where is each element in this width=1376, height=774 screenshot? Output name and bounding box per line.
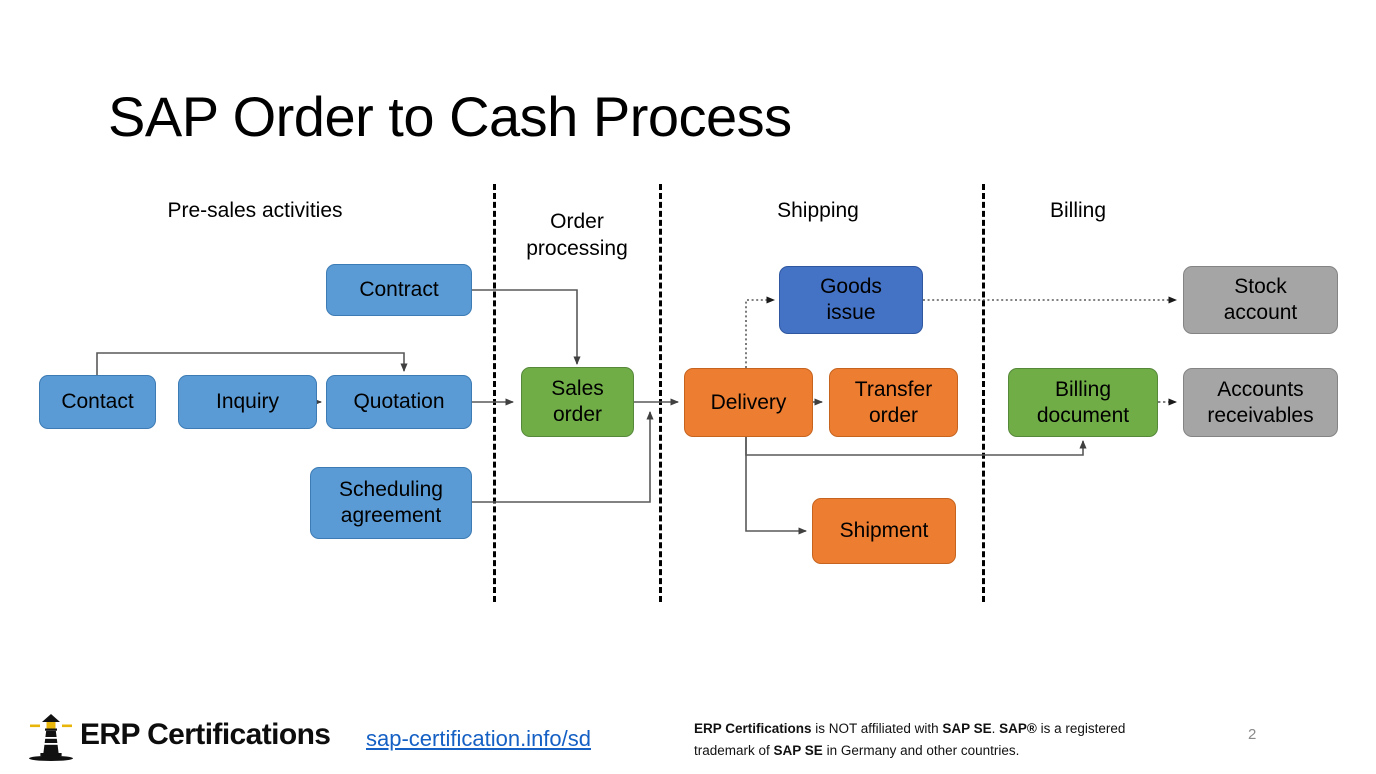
node-contact[interactable]: Contact [39, 375, 156, 429]
slide-canvas: SAP Order to Cash Process Pre-sales acti… [0, 0, 1376, 774]
node-label: Scheduling agreement [339, 478, 443, 527]
node-scheduling-agreement[interactable]: Scheduling agreement [310, 467, 472, 539]
node-label: Transfer order [854, 377, 933, 427]
node-label: Billing document [1036, 377, 1130, 427]
node-label: Contact [61, 390, 134, 414]
node-label: Contract [359, 278, 439, 302]
node-sales-order[interactable]: Sales order [521, 367, 634, 437]
edge-contact-to-quotation [96, 352, 408, 376]
edge-contract-to-sales-order [471, 289, 581, 366]
node-transfer-order[interactable]: Transfer order [829, 368, 958, 437]
node-contract[interactable]: Contract [326, 264, 472, 316]
node-label: Accounts receivables [1207, 377, 1314, 427]
node-label: Goods issue [820, 275, 882, 324]
node-goods-issue[interactable]: Goods issue [779, 266, 923, 334]
node-delivery[interactable]: Delivery [684, 368, 813, 437]
node-billing-document[interactable]: Billing document [1008, 368, 1158, 437]
node-stock-account[interactable]: Stock account [1183, 266, 1338, 334]
node-shipment[interactable]: Shipment [812, 498, 956, 564]
edge-delivery-to-billing-document [745, 437, 1087, 456]
node-accounts-receivables[interactable]: Accounts receivables [1183, 368, 1338, 437]
node-label: Sales order [551, 377, 604, 426]
node-inquiry[interactable]: Inquiry [178, 375, 317, 429]
edge-delivery-to-shipment [745, 437, 808, 535]
node-quotation[interactable]: Quotation [326, 375, 472, 429]
node-label: Stock account [1223, 275, 1298, 324]
node-label: Quotation [353, 390, 445, 414]
edge-delivery-to-goods-issue [745, 296, 776, 368]
node-label: Shipment [839, 519, 929, 543]
node-label: Delivery [710, 390, 787, 414]
node-label: Inquiry [215, 390, 280, 414]
